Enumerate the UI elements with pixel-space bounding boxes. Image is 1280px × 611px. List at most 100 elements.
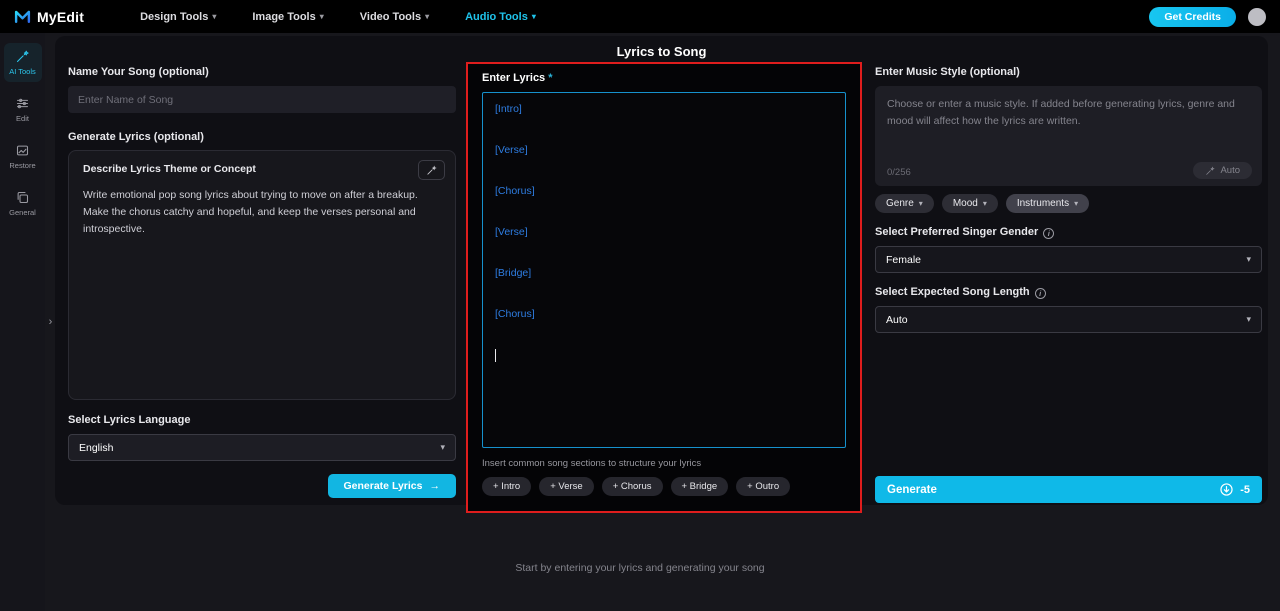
enter-lyrics-label: Enter Lyrics* bbox=[482, 72, 846, 84]
mood-pill-label: Mood bbox=[953, 198, 978, 209]
generate-lyrics-section-label: Generate Lyrics (optional) bbox=[68, 131, 456, 143]
credits-cost-value: -5 bbox=[1240, 484, 1250, 496]
get-credits-button[interactable]: Get Credits bbox=[1149, 7, 1236, 27]
auto-style-button[interactable]: Auto bbox=[1193, 162, 1252, 179]
insert-sections-hint: Insert common song sections to structure… bbox=[482, 458, 846, 469]
footer-hint: Start by entering your lyrics and genera… bbox=[0, 562, 1280, 574]
song-name-input[interactable] bbox=[68, 86, 456, 113]
genre-pill[interactable]: Genre ▾ bbox=[875, 194, 934, 213]
lyrics-language-label: Select Lyrics Language bbox=[68, 414, 456, 426]
chevron-down-icon: ▾ bbox=[919, 199, 923, 208]
insert-bridge-button[interactable]: + Bridge bbox=[671, 477, 729, 496]
credits-coin-icon bbox=[1219, 482, 1234, 497]
song-length-label: Select Expected Song Length i bbox=[875, 286, 1262, 299]
nav-video-tools[interactable]: Video Tools ▾ bbox=[360, 11, 429, 23]
lyric-section-tag: [Verse] bbox=[495, 144, 833, 157]
insert-outro-button[interactable]: + Outro bbox=[736, 477, 790, 496]
sliders-icon bbox=[15, 96, 30, 111]
chevron-down-icon: ▾ bbox=[212, 12, 216, 21]
sidebar-item-ai-tools[interactable]: AI Tools bbox=[4, 43, 42, 82]
lyric-section-tag: [Verse] bbox=[495, 226, 833, 239]
insert-intro-button[interactable]: + Intro bbox=[482, 477, 531, 496]
song-length-value: Auto bbox=[886, 314, 908, 326]
nav-image-tools-label: Image Tools bbox=[252, 11, 315, 23]
insert-section-buttons: + Intro + Verse + Chorus + Bridge + Outr… bbox=[482, 477, 846, 496]
magic-wand-icon bbox=[426, 165, 437, 176]
theme-magic-wand-button[interactable] bbox=[418, 160, 445, 180]
name-song-label: Name Your Song (optional) bbox=[68, 66, 456, 78]
chevron-down-icon: ▾ bbox=[532, 12, 536, 21]
chevron-down-icon: ▾ bbox=[983, 199, 987, 208]
sidebar-item-edit[interactable]: Edit bbox=[4, 90, 42, 129]
text-cursor bbox=[495, 349, 496, 362]
chevron-down-icon: ▾ bbox=[1074, 199, 1078, 208]
singer-gender-select[interactable]: Female ▾ bbox=[875, 246, 1262, 273]
lyrics-theme-card: Describe Lyrics Theme or Concept Write e… bbox=[68, 150, 456, 400]
insert-verse-button[interactable]: + Verse bbox=[539, 477, 593, 496]
music-style-column: Enter Music Style (optional) Choose or e… bbox=[875, 66, 1262, 333]
info-icon[interactable]: i bbox=[1043, 228, 1054, 239]
music-style-input[interactable]: Choose or enter a music style. If added … bbox=[875, 86, 1262, 186]
nav-image-tools[interactable]: Image Tools ▾ bbox=[252, 11, 323, 23]
sidebar-item-label: Edit bbox=[16, 114, 29, 123]
sidebar-item-general[interactable]: General bbox=[4, 184, 42, 223]
song-length-text: Select Expected Song Length bbox=[875, 286, 1030, 298]
instruments-pill[interactable]: Instruments ▾ bbox=[1006, 194, 1089, 213]
mood-pill[interactable]: Mood ▾ bbox=[942, 194, 998, 213]
arrow-right-icon: → bbox=[430, 480, 441, 492]
brand-name: MyEdit bbox=[37, 9, 84, 25]
chevron-down-icon: ▾ bbox=[1246, 254, 1251, 265]
lyric-section-tag: [Intro] bbox=[495, 103, 833, 116]
info-icon[interactable]: i bbox=[1035, 288, 1046, 299]
nav-video-tools-label: Video Tools bbox=[360, 11, 421, 23]
required-asterisk: * bbox=[548, 72, 552, 84]
magic-wand-icon bbox=[15, 49, 30, 64]
sidebar-collapse-button[interactable]: › bbox=[44, 310, 57, 334]
music-style-label: Enter Music Style (optional) bbox=[875, 66, 1262, 78]
music-style-placeholder: Choose or enter a music style. If added … bbox=[887, 96, 1250, 130]
lyrics-language-select[interactable]: English ▾ bbox=[68, 434, 456, 461]
char-counter: 0/256 bbox=[887, 167, 911, 178]
insert-chorus-button[interactable]: + Chorus bbox=[602, 477, 663, 496]
generate-song-button[interactable]: Generate -5 bbox=[875, 476, 1262, 503]
theme-concept-textarea[interactable]: Write emotional pop song lyrics about tr… bbox=[83, 187, 441, 238]
lyric-section-tag: [Chorus] bbox=[495, 185, 833, 198]
chevron-down-icon: ▾ bbox=[425, 12, 429, 21]
left-sidebar: AI Tools Edit Restore General bbox=[0, 33, 45, 611]
user-avatar[interactable] bbox=[1248, 8, 1266, 26]
copy-squares-icon bbox=[15, 190, 30, 205]
chevron-down-icon: ▾ bbox=[1246, 314, 1251, 325]
chevron-right-icon: › bbox=[49, 316, 53, 328]
generate-button-label: Generate bbox=[887, 484, 937, 496]
genre-pill-label: Genre bbox=[886, 198, 914, 209]
sidebar-item-label: Restore bbox=[9, 161, 35, 170]
chevron-down-icon: ▾ bbox=[440, 442, 445, 453]
myedit-logo[interactable]: MyEdit bbox=[14, 9, 84, 25]
top-navbar: MyEdit Design Tools ▾ Image Tools ▾ Vide… bbox=[0, 0, 1280, 33]
sidebar-item-label: AI Tools bbox=[9, 67, 36, 76]
instruments-pill-label: Instruments bbox=[1017, 198, 1069, 209]
singer-gender-text: Select Preferred Singer Gender bbox=[875, 226, 1038, 238]
sidebar-item-label: General bbox=[9, 208, 36, 217]
lyric-section-tag: [Bridge] bbox=[495, 267, 833, 280]
sidebar-item-restore[interactable]: Restore bbox=[4, 137, 42, 176]
style-filter-pills: Genre ▾ Mood ▾ Instruments ▾ bbox=[875, 194, 1262, 213]
generate-lyrics-button[interactable]: Generate Lyrics → bbox=[328, 474, 457, 498]
song-length-select[interactable]: Auto ▾ bbox=[875, 306, 1262, 333]
enter-lyrics-text: Enter Lyrics bbox=[482, 72, 545, 84]
nav-audio-tools-label: Audio Tools bbox=[465, 11, 528, 23]
myedit-logo-icon bbox=[14, 9, 31, 24]
lyrics-textarea[interactable]: [Intro] [Verse] [Chorus] [Verse] [Bridge… bbox=[482, 92, 846, 448]
theme-concept-label: Describe Lyrics Theme or Concept bbox=[83, 163, 441, 175]
language-value: English bbox=[79, 442, 113, 454]
lyrics-to-song-panel: Lyrics to Song Name Your Song (optional)… bbox=[55, 36, 1268, 505]
nav-design-tools-label: Design Tools bbox=[140, 11, 208, 23]
navbar-right: Get Credits bbox=[1149, 7, 1266, 27]
auto-button-label: Auto bbox=[1220, 165, 1240, 176]
photo-restore-icon bbox=[15, 143, 30, 158]
nav-audio-tools[interactable]: Audio Tools ▾ bbox=[465, 11, 536, 23]
magic-wand-icon bbox=[1205, 166, 1215, 176]
generate-lyrics-label: Generate Lyrics bbox=[344, 480, 423, 492]
chevron-down-icon: ▾ bbox=[320, 12, 324, 21]
nav-design-tools[interactable]: Design Tools ▾ bbox=[140, 11, 216, 23]
